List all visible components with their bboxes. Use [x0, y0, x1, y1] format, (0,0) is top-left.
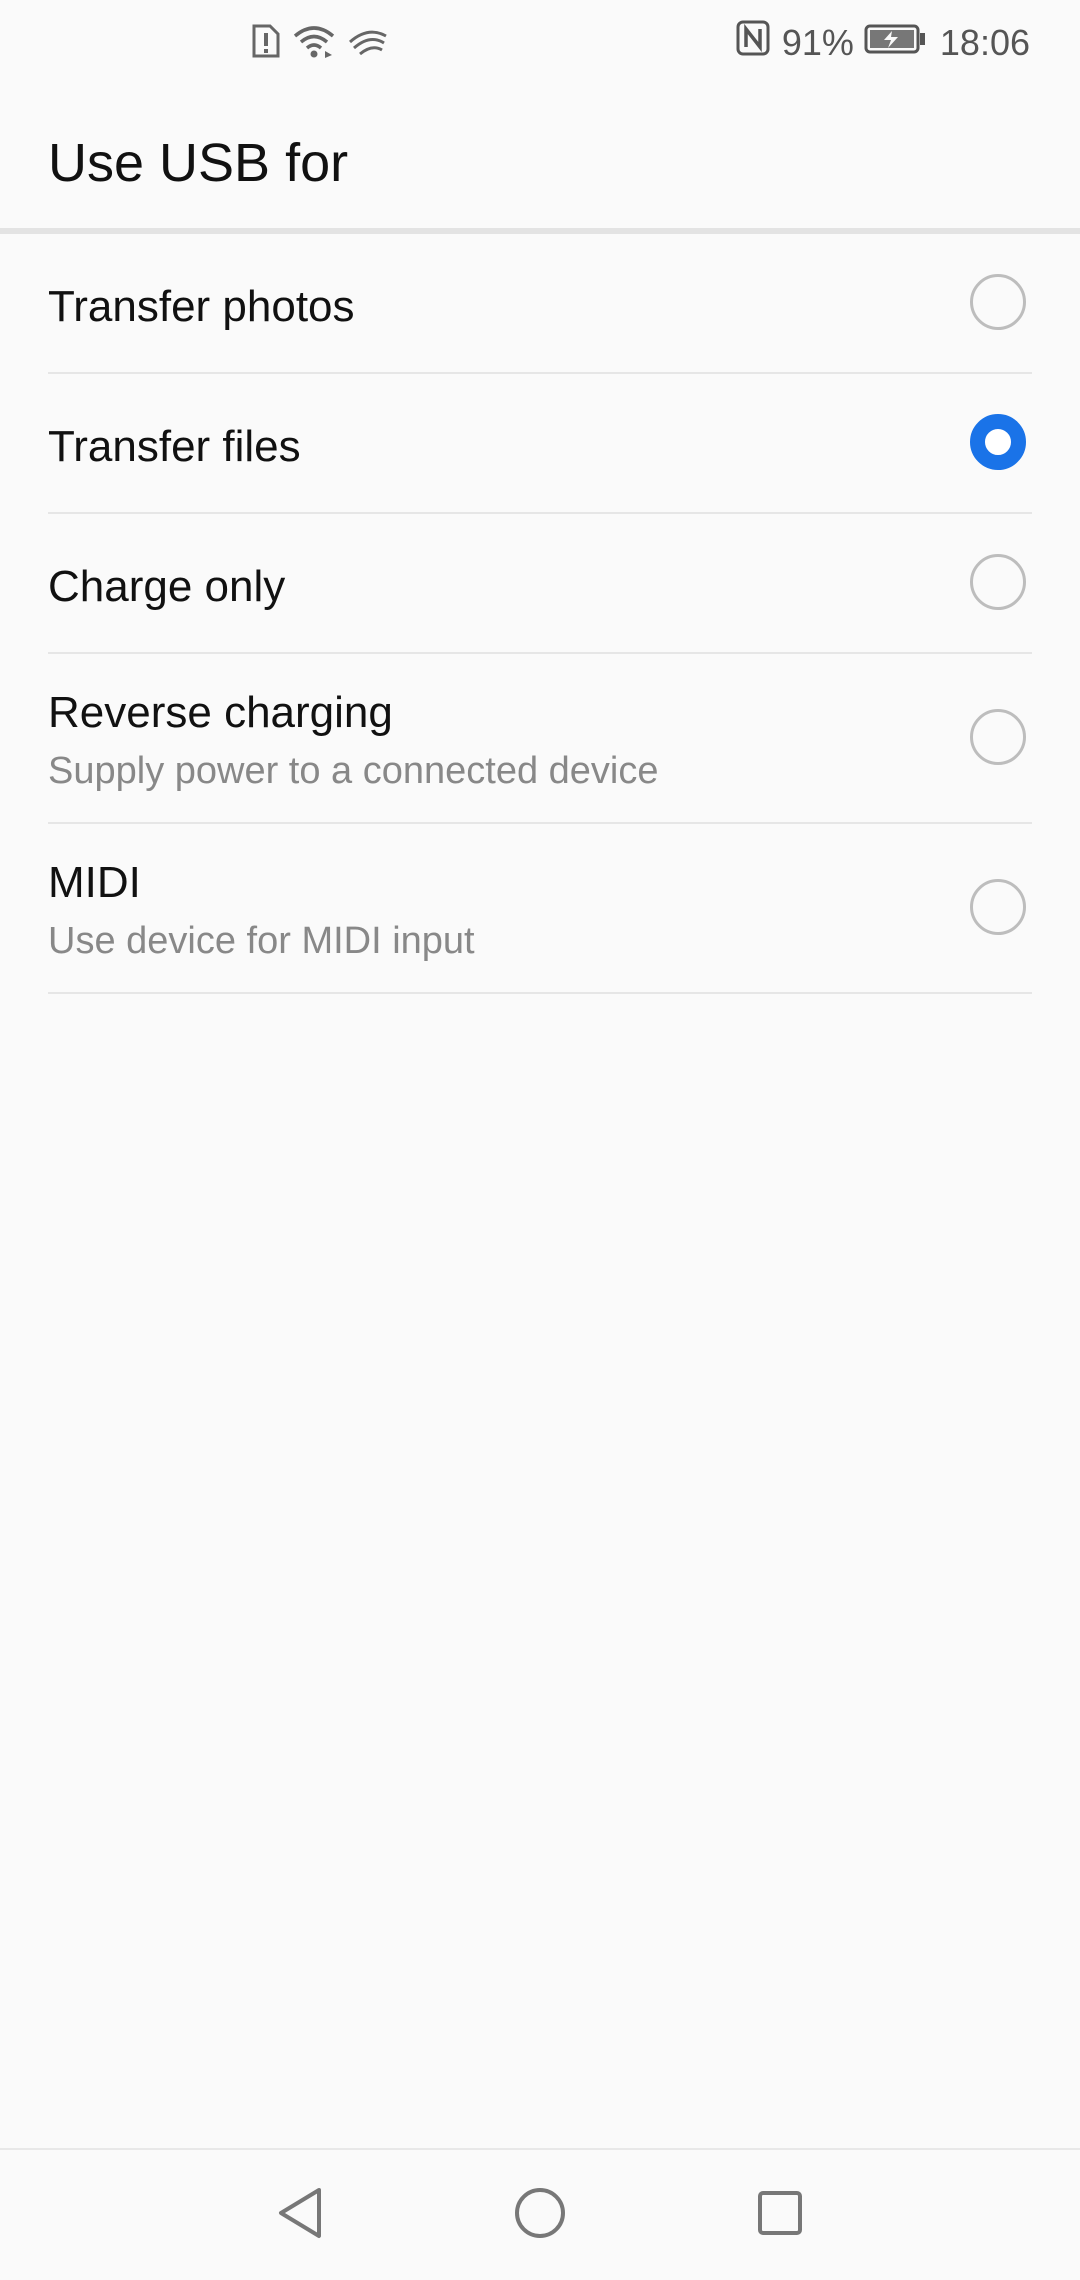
- page-title: Use USB for: [48, 133, 349, 193]
- battery-percent: 91%: [781, 21, 854, 63]
- option-midi[interactable]: MIDI Use device for MIDI input: [48, 824, 1032, 994]
- option-transfer-files[interactable]: Transfer files: [48, 374, 1032, 514]
- recents-icon: [756, 2189, 804, 2242]
- usb-options-list: Transfer photos Transfer files Charge on…: [0, 234, 1080, 994]
- option-reverse-charging[interactable]: Reverse charging Supply power to a conne…: [48, 654, 1032, 824]
- header: Use USB for: [0, 92, 1080, 228]
- status-right: 91% 18:06: [736, 20, 1030, 65]
- option-label: Transfer files: [48, 422, 301, 471]
- wifi-icon: [292, 24, 336, 63]
- option-label: MIDI: [48, 858, 141, 907]
- battery-charging-icon: [864, 22, 926, 64]
- recents-button[interactable]: [745, 2180, 815, 2250]
- option-charge-only[interactable]: Charge only: [48, 514, 1032, 654]
- radio-button[interactable]: [970, 554, 1026, 610]
- swipe-app-icon: [348, 26, 388, 61]
- sim-alert-icon: [250, 24, 280, 63]
- back-icon: [275, 2186, 325, 2245]
- back-button[interactable]: [265, 2180, 335, 2250]
- home-button[interactable]: [505, 2180, 575, 2250]
- option-transfer-photos[interactable]: Transfer photos: [48, 234, 1032, 374]
- navigation-bar: [0, 2150, 1080, 2280]
- nfc-icon: [736, 20, 770, 65]
- clock: 18:06: [939, 21, 1030, 63]
- option-subtitle: Use device for MIDI input: [48, 920, 475, 962]
- option-label: Transfer photos: [48, 282, 355, 331]
- radio-button-selected[interactable]: [970, 414, 1026, 470]
- status-left-icons: [250, 24, 388, 63]
- radio-button[interactable]: [970, 709, 1026, 765]
- status-bar: 91% 18:06: [0, 0, 1080, 92]
- radio-button[interactable]: [970, 879, 1026, 935]
- home-icon: [513, 2186, 567, 2245]
- option-label: Reverse charging: [48, 688, 393, 737]
- option-subtitle: Supply power to a connected device: [48, 750, 659, 792]
- radio-button[interactable]: [970, 274, 1026, 330]
- option-label: Charge only: [48, 562, 286, 611]
